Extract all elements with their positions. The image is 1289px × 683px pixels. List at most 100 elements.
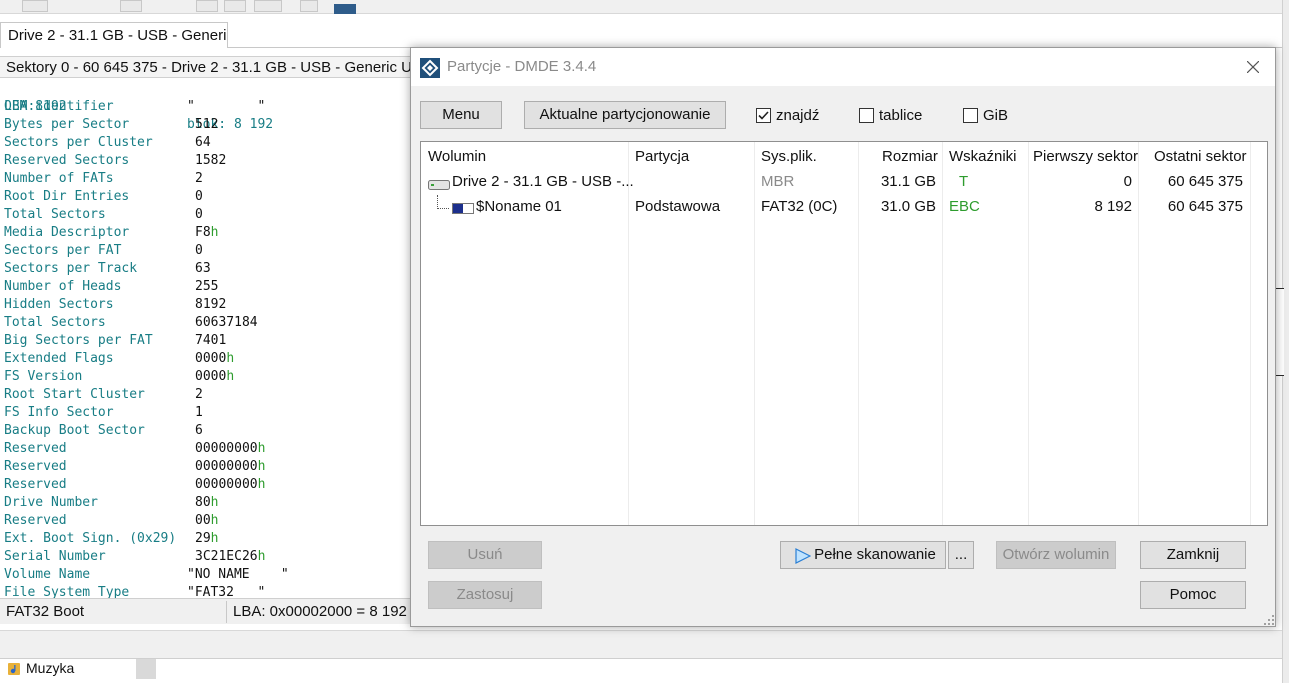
full-scan-button[interactable]: Pełne skanowanie (780, 541, 946, 569)
boot-field-value: 63 (195, 260, 211, 278)
toolbar-accent-icon[interactable] (334, 4, 356, 14)
boot-field-value: 29h (195, 530, 218, 548)
boot-field-value: 7401 (195, 332, 226, 350)
status-divider (226, 601, 227, 623)
music-folder-label[interactable]: Muzyka (26, 659, 74, 677)
checkbox-box[interactable] (963, 108, 978, 123)
col-header-volume[interactable]: Wolumin (428, 148, 486, 166)
open-volume-button[interactable]: Otwórz wolumin (996, 541, 1116, 569)
boot-field-name: Bytes per Sector (4, 117, 130, 132)
boot-field-row: Backup Boot Sector 6 (0, 422, 420, 440)
boot-field-value-text: 0000 (195, 351, 227, 366)
boot-field-value: 1582 (195, 152, 226, 170)
checkbox-box[interactable] (756, 108, 771, 123)
boot-field-row: Serial Number 3C21EC26h (0, 548, 420, 566)
boot-field-row: Big Sectors per FAT 7401 (0, 332, 420, 350)
status-bar: FAT32 Boot LBA: 0x00002000 = 8 192 F (0, 598, 420, 624)
tables-checkbox[interactable]: tablice (859, 106, 939, 126)
background-window-strip (0, 630, 1282, 660)
partition-list[interactable]: Wolumin Partycja Sys.plik. Rozmiar Wskaź… (420, 141, 1268, 526)
status-lba: LBA: 0x00002000 = 8 192 F (233, 603, 420, 620)
boot-field-value-text: 60637184 (195, 315, 258, 330)
cell-volume: Drive 2 - 31.1 GB - USB -... (452, 173, 634, 190)
boot-field-name: Ext. Boot Sign. (0x29) (4, 531, 177, 546)
hex-suffix: h (210, 513, 219, 528)
boot-field-row: Number of FATs 2 (0, 170, 420, 188)
boot-field-row: Total Sectors 60637184 (0, 314, 420, 332)
check-icon (758, 111, 769, 120)
menu-button[interactable]: Menu (420, 101, 502, 129)
boot-field-value: 80h (195, 494, 218, 512)
close-icon[interactable] (1231, 48, 1275, 86)
find-checkbox[interactable]: znajdź (756, 106, 836, 126)
status-structure: FAT32 Boot (6, 603, 85, 620)
help-button[interactable]: Pomoc (1140, 581, 1246, 609)
boot-field-value-text: 1 (195, 405, 203, 420)
toolbar-button[interactable] (254, 0, 282, 12)
boot-field-row: Sectors per Cluster 64 (0, 134, 420, 152)
boot-field-value-text: 512 (195, 117, 219, 132)
boot-field-name: FS Version (4, 369, 83, 384)
boot-field-name: Media Descriptor (4, 225, 130, 240)
boot-field-name: Reserved (4, 441, 67, 456)
col-header-size[interactable]: Rozmiar (882, 148, 938, 166)
drive-tab[interactable]: Drive 2 - 31.1 GB - USB - Generic... (0, 22, 228, 48)
dialog-title-bar[interactable]: Partycje - DMDE 3.4.4 (411, 48, 1275, 86)
boot-field-value: 60637184 (195, 314, 258, 332)
hex-suffix: h (257, 477, 266, 492)
col-header-first-sector[interactable]: Pierwszy sektor (1033, 148, 1138, 166)
boot-field-value-text: 255 (195, 279, 219, 294)
boot-field-value: 512 (195, 116, 218, 134)
checkbox-box[interactable] (859, 108, 874, 123)
hex-suffix: h (257, 549, 266, 564)
boot-field-name: Serial Number (4, 549, 106, 564)
boot-field-row: Reserved 00000000h (0, 476, 420, 494)
toolbar-button[interactable] (196, 0, 218, 12)
boot-field-name: Root Dir Entries (4, 189, 130, 204)
boot-field-value-text: F8 (195, 225, 211, 240)
play-icon (795, 548, 811, 564)
col-header-partition[interactable]: Partycja (635, 148, 689, 166)
boot-field-value: 2 (195, 386, 203, 404)
boot-field-name: Reserved (4, 477, 67, 492)
tables-checkbox-label: tablice (879, 107, 923, 124)
boot-field-name: Reserved (4, 459, 67, 474)
boot-field-value: 0 (195, 206, 203, 224)
scrollbar[interactable] (136, 659, 156, 679)
apply-button[interactable]: Zastosuj (428, 581, 542, 609)
delete-button[interactable]: Usuń (428, 541, 542, 569)
boot-field-value-text: "NO NAME " (187, 567, 289, 582)
toolbar-button[interactable] (120, 0, 142, 12)
boot-sector-view[interactable]: LBA:8192 blok: 8 192 OEM identifier " " By… (0, 80, 420, 598)
find-checkbox-label: znajdź (776, 107, 820, 124)
gib-checkbox[interactable]: GiB (963, 106, 1023, 126)
boot-field-value-text: 7401 (195, 333, 227, 348)
col-header-filesystem[interactable]: Sys.plik. (761, 148, 817, 166)
scan-options-button[interactable]: ... (948, 541, 974, 569)
column-divider (628, 142, 629, 525)
boot-field-row: Sectors per FAT 0 (0, 242, 420, 260)
close-button[interactable]: Zamknij (1140, 541, 1246, 569)
boot-field-value: 00000000h (195, 476, 265, 494)
boot-field-value-text: 0000 (195, 369, 227, 384)
toolbar-button[interactable] (300, 0, 318, 12)
boot-field-name: Backup Boot Sector (4, 423, 145, 438)
current-partitioning-button[interactable]: Aktualne partycjonowanie (524, 101, 726, 129)
boot-field-value-text: 80 (195, 495, 211, 510)
music-folder-icon (8, 663, 20, 675)
boot-field-value: "NO NAME " (187, 566, 289, 584)
toolbar-button[interactable] (224, 0, 246, 12)
boot-field-row: Reserved 00000000h (0, 458, 420, 476)
boot-field-name: File System Type (4, 585, 130, 598)
col-header-last-sector[interactable]: Ostatni sektor (1154, 148, 1247, 166)
boot-field-value-text: 64 (195, 135, 211, 150)
boot-field-name: OEM identifier (4, 99, 114, 114)
boot-field-row: Sectors per Track 63 (0, 260, 420, 278)
hex-suffix: h (210, 531, 219, 546)
col-header-flags[interactable]: Wskaźniki (949, 148, 1017, 166)
boot-field-name: Drive Number (4, 495, 98, 510)
boot-field-value: 8192 (195, 296, 226, 314)
toolbar-button[interactable] (22, 0, 48, 12)
resize-grip-icon[interactable] (1263, 614, 1275, 626)
boot-field-value-text: 00000000 (195, 441, 258, 456)
